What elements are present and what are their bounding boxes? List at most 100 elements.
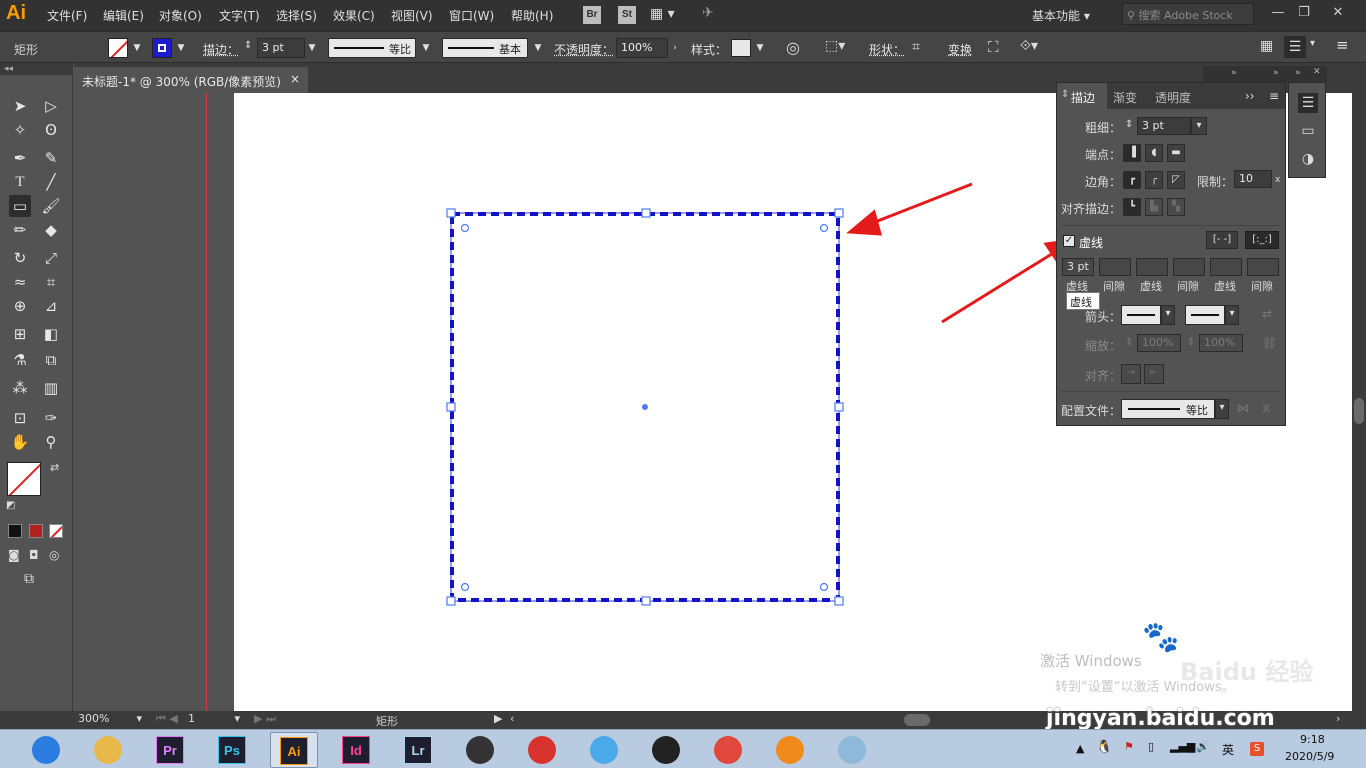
stock-button[interactable]: St (618, 6, 636, 24)
shaper-tool-icon[interactable]: ✏ (9, 219, 31, 241)
scroll-left-icon[interactable]: ‹ (510, 712, 514, 725)
gradient-tool-icon[interactable]: ◧ (40, 323, 62, 345)
taskbar-app-browser-360[interactable] (22, 732, 70, 768)
menu-type[interactable]: 文字(T) (219, 7, 260, 24)
limit-input[interactable]: 10 (1234, 170, 1272, 188)
opacity-label[interactable]: 不透明度： (554, 41, 614, 58)
symbol-sprayer-tool-icon[interactable]: ⁂ (9, 377, 31, 399)
expand-dock-icon[interactable]: » (1295, 68, 1301, 78)
shape-builder-tool-icon[interactable]: ⊕ (9, 295, 31, 317)
ime-indicator[interactable]: 英 (1222, 741, 1234, 758)
vertical-scrollbar[interactable] (1352, 93, 1366, 711)
flip-across-icon[interactable]: ⧖ (1262, 401, 1270, 416)
draw-inside-icon[interactable]: ◎ (49, 548, 59, 562)
bevel-join-icon[interactable]: ◸ (1167, 171, 1185, 189)
preserve-dash-icon[interactable]: [- -] (1206, 231, 1238, 249)
graphic-style-swatch[interactable] (731, 39, 751, 57)
gap-input-3[interactable] (1247, 258, 1279, 276)
dash-input-1[interactable]: 3 pt (1062, 258, 1094, 276)
end-arrowhead-dropdown-icon[interactable]: ▾ (1225, 305, 1239, 325)
round-cap-icon[interactable]: ◖ (1145, 144, 1163, 162)
isolate-icon[interactable]: ⛶ (988, 38, 999, 56)
arrange-panels-icon[interactable]: ▦ (1260, 38, 1273, 54)
none-mode-icon[interactable] (49, 524, 63, 538)
dash-input-3[interactable] (1210, 258, 1242, 276)
bridge-button[interactable]: Br (583, 6, 601, 24)
weight-stepper-icon[interactable]: ⇕ (1125, 119, 1133, 130)
stroke-panel-icon[interactable]: ☰ (1298, 93, 1318, 113)
weight-dropdown-icon[interactable]: ▾ (1191, 117, 1207, 135)
align-inside-icon[interactable]: ▙ (1145, 198, 1163, 216)
profile-select[interactable]: 等比 (1121, 399, 1215, 419)
tab-stroke[interactable]: ⇕ 描边 (1057, 83, 1107, 109)
stroke-dropdown-icon[interactable]: ▼ (174, 38, 188, 58)
network-tray-icon[interactable]: ▂▄▆ (1170, 740, 1195, 753)
profile-dropdown-icon[interactable]: ▾ (1215, 399, 1229, 419)
rotate-tool-icon[interactable]: ↻ (9, 247, 31, 269)
taskbar-app-chrome[interactable] (704, 732, 752, 768)
width-tool-icon[interactable]: ≈ (9, 271, 31, 293)
screen-mode-icon[interactable]: ⧉ (24, 571, 34, 587)
lasso-tool-icon[interactable]: ʘ (40, 119, 62, 141)
line-tool-icon[interactable]: ╱ (40, 171, 62, 193)
link-scale-icon[interactable]: ⛓ (1262, 336, 1277, 350)
close-dock-icon[interactable]: ✕ (1313, 67, 1321, 77)
panel-expand-icon[interactable]: ›› (1245, 89, 1255, 103)
taskbar-app-fox-app[interactable] (766, 732, 814, 768)
menu-select[interactable]: 选择(S) (276, 7, 317, 24)
sogou-input-icon[interactable]: S (1250, 742, 1264, 756)
workspace-switcher[interactable]: 基本功能 ▾ (1026, 4, 1106, 26)
draw-normal-icon[interactable]: ◙ (8, 548, 20, 562)
taskbar-app-bird-app[interactable] (580, 732, 628, 768)
default-colors-icon[interactable]: ◩ (6, 500, 15, 511)
tab-transparency[interactable]: 透明度 (1155, 89, 1191, 106)
brush-dropdown-icon[interactable]: ▼ (531, 38, 545, 58)
slice-tool-icon[interactable]: ✑ (40, 407, 62, 429)
weight-input[interactable]: 3 pt (1137, 117, 1191, 135)
stroke-swatch[interactable] (152, 38, 172, 58)
align-center-icon[interactable]: ┗ (1123, 198, 1141, 216)
opacity-input[interactable]: 100% (616, 38, 668, 58)
artboard-number-select[interactable]: 1 ▾ (188, 712, 242, 728)
taskbar-app-qq[interactable] (642, 732, 690, 768)
dashed-checkbox[interactable]: ✓ (1063, 235, 1075, 247)
restore-button[interactable]: ❐ (1290, 2, 1318, 24)
column-graph-tool-icon[interactable]: ▥ (40, 377, 62, 399)
taskbar-app-illustrator[interactable]: Ai (270, 732, 318, 768)
curvature-tool-icon[interactable]: ✎ (40, 147, 62, 169)
direct-selection-tool-icon[interactable]: ▷ (40, 95, 62, 117)
tab-gradient[interactable]: 渐变 (1113, 89, 1137, 106)
align-dash-corners-icon[interactable]: [:_:] (1245, 231, 1279, 249)
menu-view[interactable]: 视图(V) (391, 7, 433, 24)
stock-search-input[interactable]: ⚲ 搜索 Adobe Stock (1122, 3, 1254, 25)
first-artboard-icon[interactable]: ⏮ ◀ (156, 712, 178, 726)
recolor-artwork-icon[interactable]: ◎ (786, 38, 800, 57)
stroke-weight-dropdown-icon[interactable]: ▼ (305, 38, 319, 58)
taskbar-app-photoshop[interactable]: Ps (208, 732, 256, 768)
menu-object[interactable]: 对象(O) (159, 7, 202, 24)
style-dropdown-icon[interactable]: ▼ (753, 38, 767, 58)
menu-help[interactable]: 帮助(H) (511, 7, 553, 24)
swap-arrowheads-icon[interactable]: ⇄ (1262, 307, 1272, 321)
perspective-grid-tool-icon[interactable]: ⊿ (40, 295, 62, 317)
clock-time[interactable]: 9:18 (1300, 733, 1325, 746)
zoom-select[interactable]: 300% ▾ (78, 712, 144, 728)
control-menu-icon[interactable]: ≡ (1336, 36, 1349, 54)
align-options-icon[interactable]: ⬚▾ (825, 38, 845, 54)
magic-wand-tool-icon[interactable]: ✧ (9, 119, 31, 141)
stroke-weight-input[interactable]: 3 pt (257, 38, 305, 58)
next-artboard-icon[interactable]: ▶ ⏭ (254, 712, 276, 726)
round-join-icon[interactable]: ╭ (1145, 171, 1163, 189)
gpu-performance-icon[interactable]: ✈ (702, 5, 714, 21)
end-arrowhead-select[interactable] (1185, 305, 1225, 325)
gap-input-2[interactable] (1173, 258, 1205, 276)
puppet-warp-icon[interactable]: ⟐▾ (1020, 38, 1038, 54)
tools-panel-header[interactable]: ◂◂ (0, 63, 73, 75)
gradient-panel-icon[interactable]: ▭ (1298, 121, 1318, 141)
scale-start-stepper-icon[interactable]: ⇕ (1125, 337, 1133, 348)
swap-colors-icon[interactable]: ⇄ (50, 461, 59, 474)
control-bar-menu-icon[interactable]: ▾ (1310, 38, 1315, 49)
align-outside-icon[interactable]: ▚ (1167, 198, 1185, 216)
selection-tool-icon[interactable]: ➤ (9, 95, 31, 117)
start-arrowhead-select[interactable] (1121, 305, 1161, 325)
